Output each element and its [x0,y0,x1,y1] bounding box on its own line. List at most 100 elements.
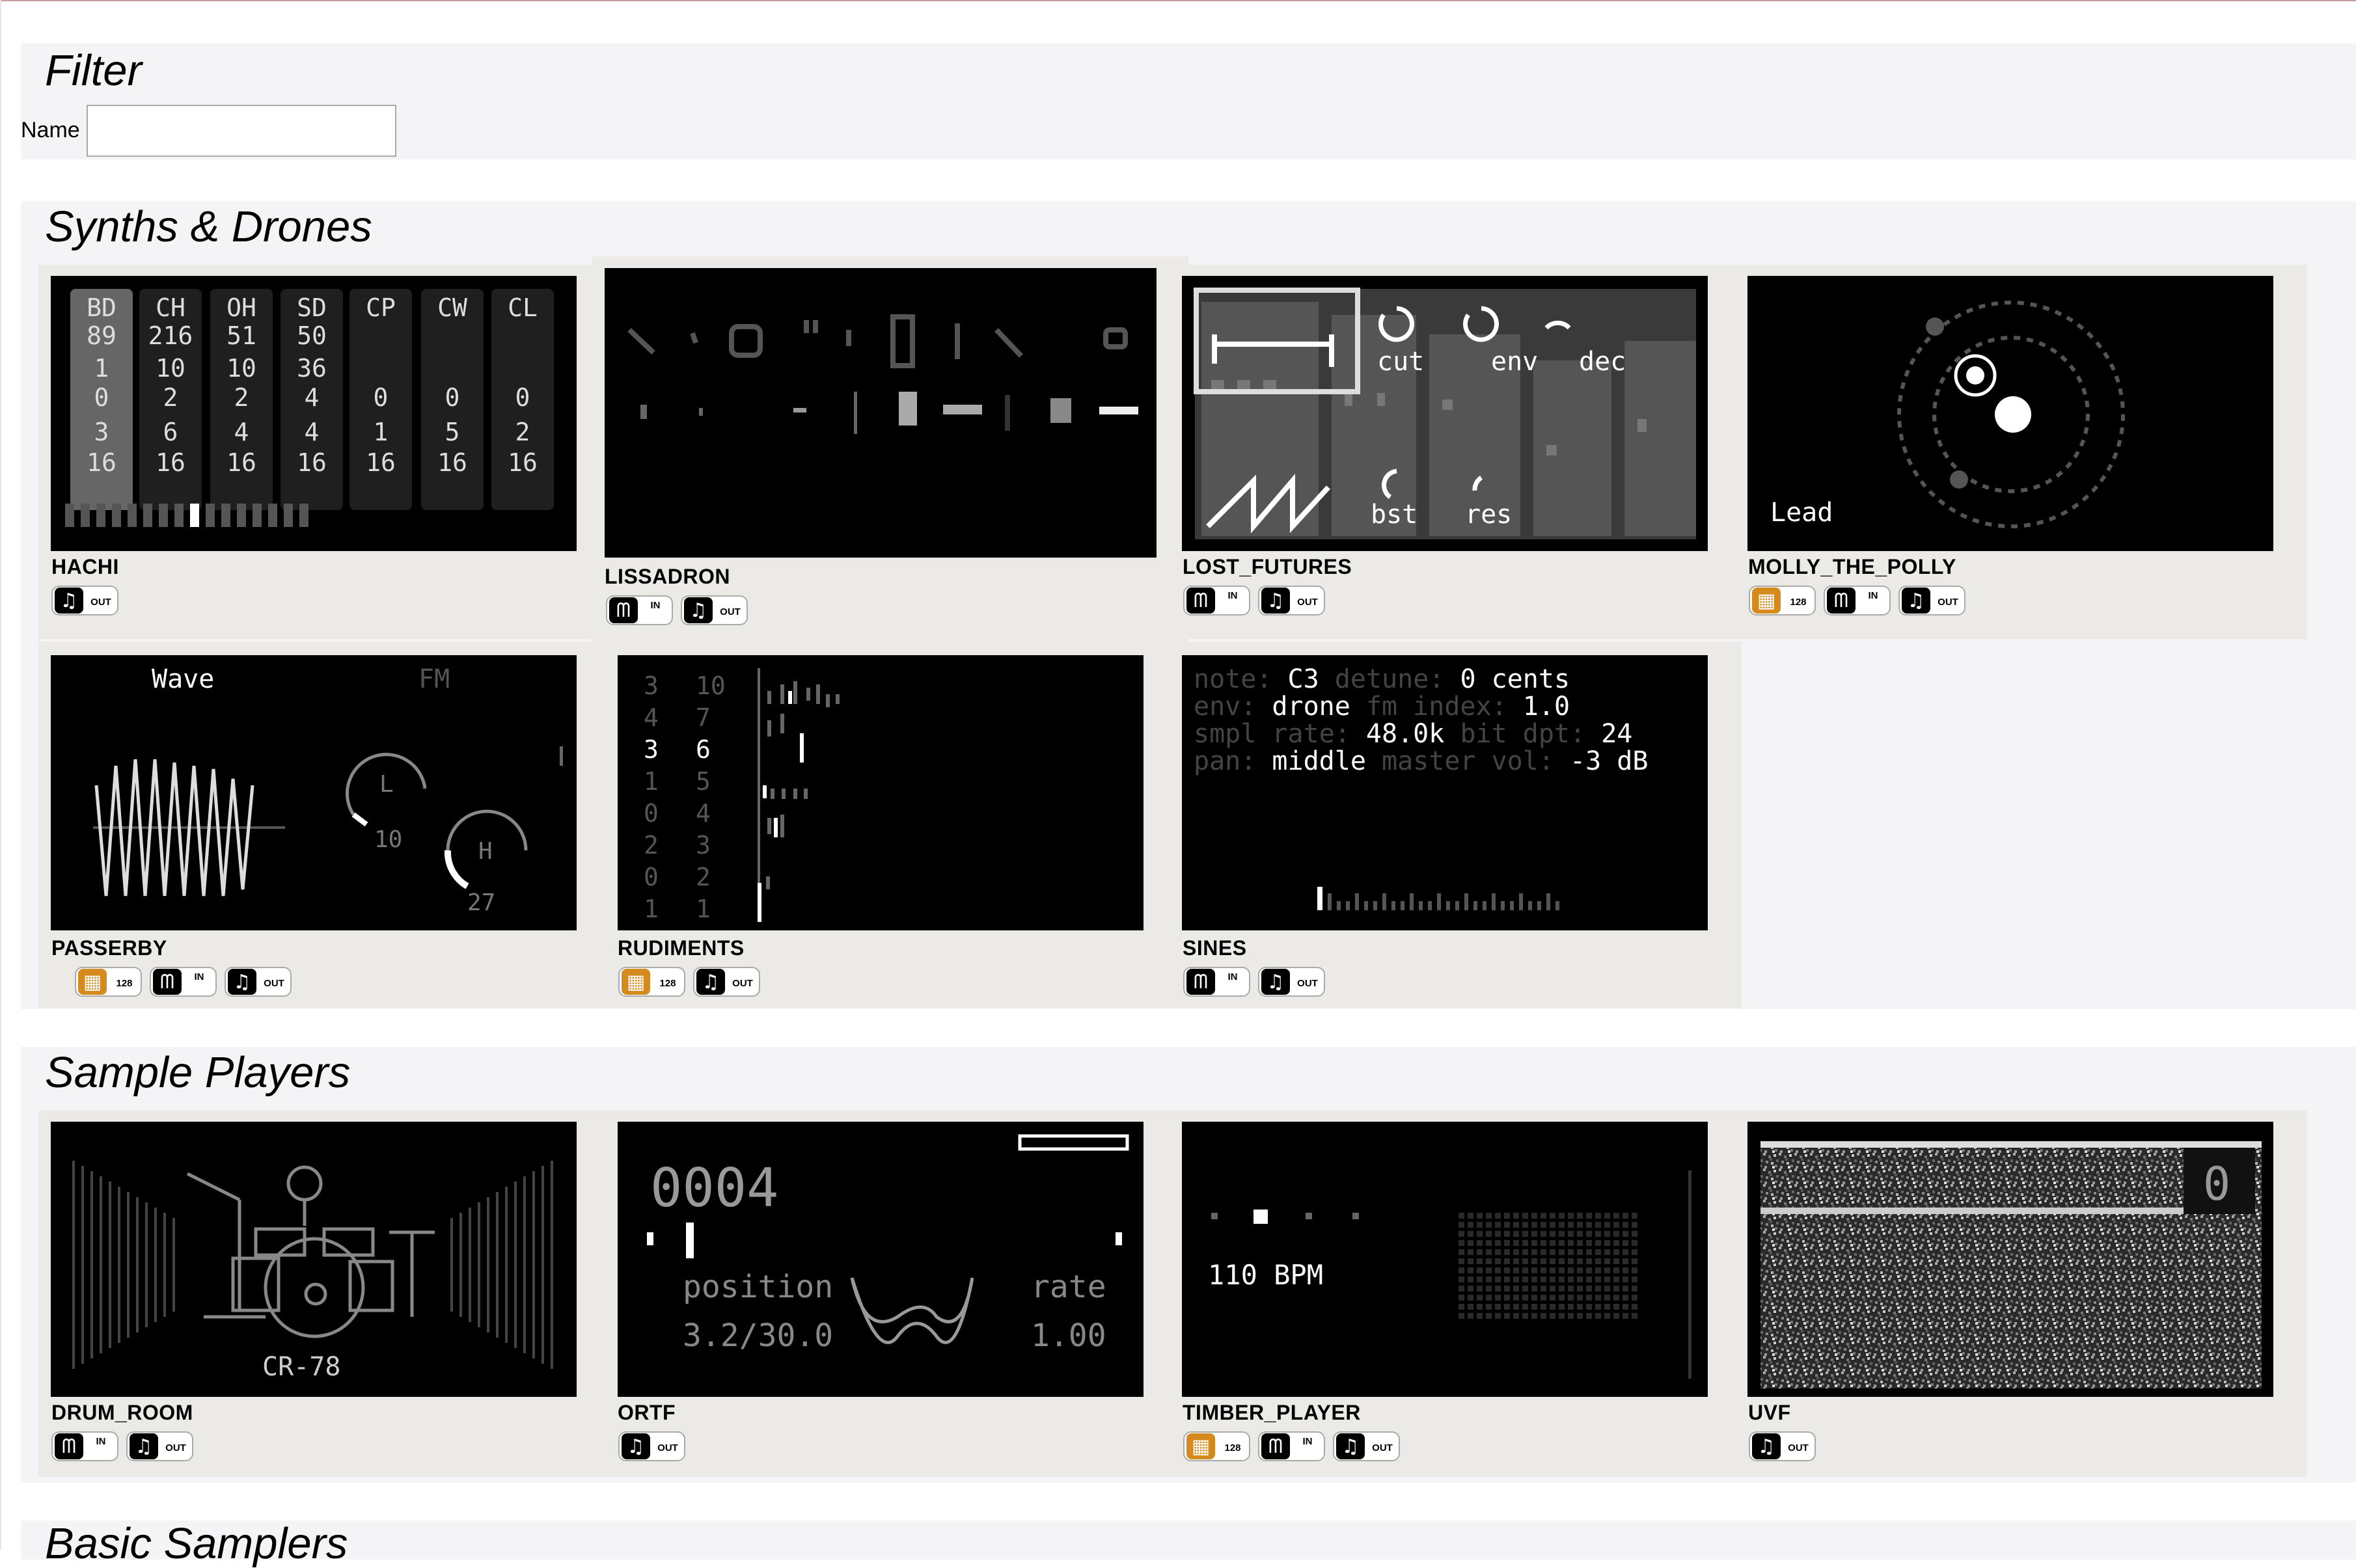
timber-grid-cell [1486,1313,1492,1319]
rudiments-right-value: 6 [696,735,711,764]
script-card-molly-the-polly[interactable]: Lead MOLLY_THE_POLLY ▦ 128 ᗰ IN ♫ OUT [1736,265,2307,639]
timber-grid-cell [1468,1313,1473,1319]
hachi-step [253,504,262,527]
hachi-cell: 50 [297,321,327,350]
timber-grid-cell [1495,1286,1501,1291]
script-card-passerby[interactable]: Wave FM L 10 H 27 PASSERBY ▦ 128 ᗰ IN ♫ … [38,642,610,1008]
timber-grid-cell [1477,1304,1483,1310]
timber-grid-cell [1468,1286,1473,1291]
script-card-uvf[interactable]: 0 UVF ♫ OUT [1736,1111,2307,1477]
hachi-step [221,504,230,527]
hachi-cell: 16 [87,448,116,477]
grid-icon: ▦ [1186,1433,1215,1459]
timber-grid-cell [1604,1277,1610,1282]
timber-grid-cell [1577,1258,1583,1264]
script-card-hachi[interactable]: BD 89 1 0 3 16 CH 216 10 2 6 16 OH 51 10 2 4 16 SD 50 36 4 4 16… [38,265,598,639]
timber-grid-cell [1477,1240,1483,1246]
card-name: MOLLY_THE_POLLY [1748,555,1956,578]
timber-grid-cell [1577,1222,1583,1228]
timber-grid-cell [1577,1295,1583,1301]
timber-grid-cell [1559,1267,1565,1273]
timber-grid-cell [1568,1240,1574,1246]
position-label: position [683,1269,833,1305]
timber-grid-cell [1459,1277,1464,1282]
timber-grid-cell [1468,1249,1473,1255]
timber-grid-cell [1486,1304,1492,1310]
timber-grid-cell [1577,1213,1583,1219]
timber-grid-cell [1613,1240,1619,1246]
hachi-cell: 6 [163,418,178,446]
script-card-timber-player[interactable]: 110 BPM TIMBER_PLAYER ▦ 128 ᗰ IN ♫ OUT [1170,1111,1742,1477]
timber-grid-cell [1495,1249,1501,1255]
card-name: TIMBER_PLAYER [1183,1401,1361,1424]
timber-grid-cell [1632,1304,1637,1310]
hachi-cell: 4 [305,418,320,446]
timber-grid-cell [1513,1295,1519,1301]
script-card-lissadron[interactable]: LISSADRON ᗰ IN ♫ OUT [592,256,1188,647]
sines-tick [1492,893,1496,910]
timber-grid-cell [1586,1222,1592,1228]
music-note-icon: ♫ [228,969,256,995]
script-card-ortf[interactable]: 0004 position 3.2/30.0 rate 1.00 ORTF ♫ O… [605,1111,1177,1477]
sines-tick [1437,893,1441,910]
timber-grid-cell [1477,1277,1483,1282]
timber-grid-cell [1613,1258,1619,1264]
timber-grid-cell [1623,1231,1628,1237]
hachi-cell: 10 [226,354,256,383]
timber-grid-cell [1550,1258,1555,1264]
timber-grid-cell [1613,1213,1619,1219]
rudiments-left-value: 3 [644,671,659,700]
timber-grid-cell [1559,1249,1565,1255]
knob-l-value: 10 [374,826,402,853]
timber-grid-cell [1623,1213,1628,1219]
timber-grid-cell [1604,1304,1610,1310]
timber-grid-cell [1559,1295,1565,1301]
timber-grid-cell [1595,1295,1601,1301]
timber-grid-cell [1513,1277,1519,1282]
script-card-lost-futures[interactable]: cut env dec bst res LOST_FUTURES ᗰ IN ♫ OUT [1170,265,1742,639]
music-note-icon: ♫ [55,588,83,614]
timber-grid-cell [1477,1258,1483,1264]
lissadron-screen [605,268,1157,558]
hachi-cell: 16 [437,448,467,477]
timber-grid-cell [1632,1213,1637,1219]
sines-tick [1419,901,1423,910]
sines-tick [1510,901,1514,910]
name-filter-input[interactable] [87,105,396,157]
timber-grid-cell [1586,1277,1592,1282]
timber-grid-cell [1486,1231,1492,1237]
filter-section: Filter Name [21,44,2356,159]
timber-grid-cell [1632,1222,1637,1228]
script-card-rudiments[interactable]: 3 4 3 1 0 2 0 1 10 7 6 5 4 3 2 1 RUDIMEN… [605,642,1177,1008]
timber-grid-cell [1577,1286,1583,1291]
timber-grid-cell [1459,1249,1464,1255]
timber-grid-cell [1468,1304,1473,1310]
timber-grid-cell [1632,1231,1637,1237]
timber-grid-cell [1477,1295,1483,1301]
svg-text:pan: middle master vol: -3 dB: pan: middle master vol: -3 dB [1194,746,1648,776]
hachi-cell: 10 [156,354,185,383]
fm-label: FM [418,664,450,694]
timber-grid-cell [1459,1313,1464,1319]
timber-grid-cell [1604,1213,1610,1219]
knob-label: env [1491,347,1538,377]
sines-tick [1537,901,1541,910]
timber-grid-cell [1468,1231,1473,1237]
hachi-cell: 1 [374,418,389,446]
timber-grid-cell [1486,1240,1492,1246]
timber-grid-cell [1522,1240,1528,1246]
timber-grid-cell [1568,1258,1574,1264]
rudiments-right-value: 10 [696,671,726,700]
timber-grid-cell [1632,1258,1637,1264]
hachi-step [174,504,184,527]
audio-out-badge: ♫ OUT [1898,586,1966,615]
timber-grid-cell [1632,1267,1637,1273]
script-card-sines[interactable]: note: C3 detune: 0 cents env: drone fm i… [1170,642,1742,1008]
script-card-drum-room[interactable]: CR-78 DRUM_ROOM ᗰ IN ♫ OUT [38,1111,610,1477]
music-note-icon: ♫ [622,1433,650,1459]
timber-grid-cell [1586,1231,1592,1237]
timber-grid-cell [1486,1295,1492,1301]
timber-grid-cell [1486,1213,1492,1219]
timber-grid-cell [1504,1304,1510,1310]
sines-tick [1355,893,1359,910]
